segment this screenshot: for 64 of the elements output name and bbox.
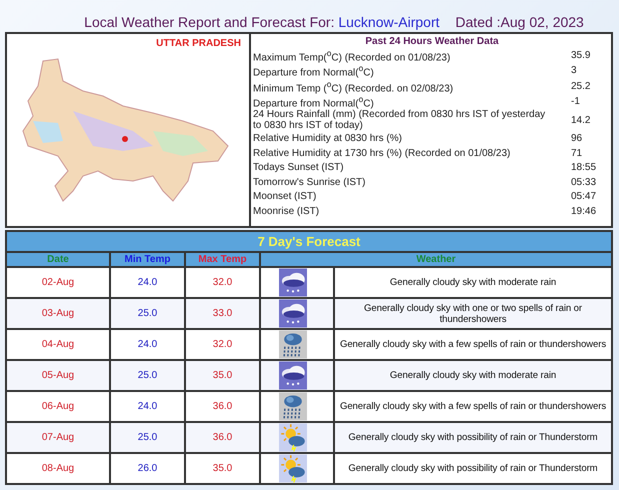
table-cell: 03-Aug (7, 299, 109, 328)
table-cell: 25.0 (111, 361, 184, 390)
column-header: Weather (261, 253, 611, 266)
table-cell: 24.0 (111, 392, 184, 421)
table-cell: Generally cloudy sky with possibility of rain or Thunderstorm (335, 454, 611, 483)
column-header: Date (7, 253, 109, 266)
table-cell: 33.0 (186, 299, 259, 328)
table-cell: 07-Aug (7, 423, 109, 452)
table-cell: Generally cloudy sky with possibility of rain or Thunderstorm (335, 423, 611, 452)
table-cell: 04-Aug (7, 330, 109, 359)
sun-cloud-icon (279, 454, 307, 483)
column-header: Min Temp (111, 253, 184, 266)
table-cell-text: 14.2 (571, 114, 592, 126)
table-cell-text: 19:46 (571, 206, 598, 217)
table-cell: 26.0 (111, 454, 184, 483)
report-title: Local Weather Report and Forecast For: (84, 14, 334, 30)
table-cell: 35.0 (186, 361, 259, 390)
table-cell: Generally cloudy sky with moderate rain (335, 361, 611, 390)
table-cell-text: 3 (571, 65, 578, 76)
table-cell-text: 24 Hours Rainfall (mm) (Recorded from 0830 hrs IST of yesterday to 0830 hrs IST of today) (253, 109, 546, 132)
table-cell-text: 25.2 (571, 80, 592, 92)
table-cell: 05-Aug (7, 361, 109, 390)
table-cell-text: 35.9 (571, 50, 592, 62)
report-date: Dated :Aug 02, 2023 (455, 14, 584, 30)
table-cell: 32.0 (186, 330, 259, 359)
table-cell-text: 05:33 (571, 176, 598, 188)
table-heading: Past 24 Hours Weather Data (364, 36, 500, 47)
map-title: UTTAR PRADESH (156, 38, 241, 49)
table-cell-text: Departure from Normal($^{o}$C) (253, 94, 374, 110)
forecast-title: 7 Day's Forecast (7, 232, 611, 253)
table-cell-text: 71 (571, 148, 584, 159)
table-cell: Generally cloudy sky with a few spells of rain or thundershowers (335, 330, 611, 359)
table-cell-text: 18:55 (571, 162, 598, 174)
table-cell-text: Tomorrow's Sunrise (IST) (253, 176, 366, 188)
table-cell: 36.0 (186, 392, 259, 421)
table-cell-text: Todays Sunset (IST) (253, 162, 345, 174)
table-cell-text: Relative Humidity at 1730 hrs (%) (Recorded on 01/08/23) (253, 148, 512, 159)
table-cell: 32.0 (186, 268, 259, 297)
table-cell-text: Moonset (IST) (253, 191, 318, 202)
table-cell-text: Relative Humidity at 0830 hrs (%) (253, 133, 403, 144)
table-cell: Generally cloudy sky with a few spells of rain or thundershowers (335, 392, 611, 421)
table-cell: 24.0 (111, 330, 184, 359)
table-cell: 24.0 (111, 268, 184, 297)
sun-cloud-icon (279, 423, 307, 452)
table-cell: 06-Aug (7, 392, 109, 421)
table-cell-text: Departure from Normal($^{o}$C) (253, 63, 375, 79)
table-cell-text: 96 (571, 133, 584, 144)
table-cell: 08-Aug (7, 454, 109, 483)
column-header: Max Temp (186, 253, 259, 266)
station-name: Lucknow-Airport (338, 14, 440, 30)
table-cell: Generally cloudy sky with one or two spells of rain or thundershowers (335, 299, 611, 328)
table-cell: 25.0 (111, 299, 184, 328)
table-cell: 02-Aug (7, 268, 109, 297)
table-cell: 25.0 (111, 423, 184, 452)
table-cell: 36.0 (186, 423, 259, 452)
table-cell-text: Moonrise (IST) (253, 206, 320, 217)
table-cell-text: -1 (571, 96, 581, 108)
shower-cloud-icon (279, 392, 307, 421)
table-cell-text: 05:47 (571, 191, 598, 202)
shower-cloud-icon (279, 330, 307, 359)
table-cell: 35.0 (186, 454, 259, 483)
table-cell-text: Maximum Temp($^{o}$C) (Recorded on 01/08/23) (253, 48, 452, 64)
table-cell-text: Minimum Temp ($^{o}$C) (Recorded. on 02/08/23) (253, 78, 454, 94)
table-cell: Generally cloudy sky with moderate rain (335, 268, 611, 297)
